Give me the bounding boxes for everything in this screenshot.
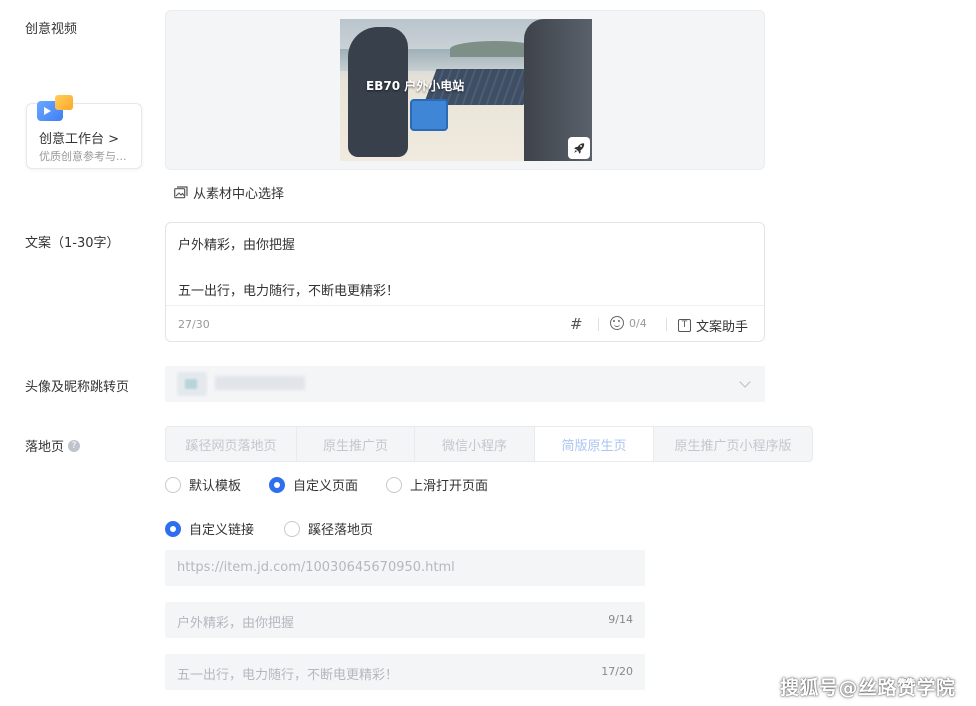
radio-label: 默认模板 <box>189 479 242 494</box>
radio-circle[interactable] <box>284 520 300 537</box>
image-folder-icon <box>174 186 188 199</box>
copy-toolbar: 27/30 # 0/4 T 文案助手 <box>166 305 764 342</box>
radio-circle[interactable] <box>165 476 181 493</box>
radio-custom-link[interactable]: 自定义链接 <box>165 519 284 538</box>
title-placeholder: 户外精彩，由你把握 <box>177 616 295 631</box>
tab-wechat-miniprogram[interactable]: 微信小程序 <box>415 427 535 461</box>
emoji-count: 0/4 <box>629 316 647 330</box>
radio-circle[interactable] <box>269 476 285 493</box>
material-center-link[interactable]: 从素材中心选择 <box>174 183 284 202</box>
page-type-radio-group: 默认模板 自定义页面 上滑打开页面 <box>165 475 488 494</box>
hash-icon[interactable]: # <box>570 315 583 333</box>
emoji-button[interactable]: 0/4 <box>610 316 647 330</box>
workbench-subtitle: 优质创意参考与... <box>39 150 127 163</box>
radio-label: 蹊径落地页 <box>308 523 374 538</box>
chevron-down-icon <box>739 376 751 388</box>
creative-video-label: 创意视频 <box>25 22 78 37</box>
workbench-title: 创意工作台 > <box>39 132 120 147</box>
video-overlay-text: EB70 户外小电站 <box>366 79 465 93</box>
copy-line-1: 户外精彩，由你把握 <box>178 238 296 253</box>
toolbar-divider <box>666 318 667 331</box>
copy-assistant-label: 文案助手 <box>696 320 749 335</box>
text-icon: T <box>678 319 691 332</box>
video-thumbnail[interactable]: EB70 户外小电站 <box>340 19 592 161</box>
landing-label-row: 落地页 ? <box>25 436 81 455</box>
title-input[interactable]: 户外精彩，由你把握 9/14 <box>165 602 645 638</box>
emoji-icon <box>610 316 624 330</box>
title-char-counter: 9/14 <box>608 613 633 626</box>
watermark: 搜狐号@丝路赞学院 <box>780 677 956 699</box>
radio-label: 自定义页面 <box>293 479 359 494</box>
link-type-radio-group: 自定义链接 蹊径落地页 <box>165 519 373 538</box>
copy-assistant-button[interactable]: T 文案助手 <box>678 316 748 335</box>
url-input[interactable]: https://item.jd.com/10030645670950.html <box>165 550 645 586</box>
tab-native-promo-miniprogram[interactable]: 原生推广页小程序版 <box>654 427 812 461</box>
material-center-label: 从素材中心选择 <box>193 187 285 202</box>
radio-label: 上滑打开页面 <box>410 479 489 494</box>
url-placeholder: https://item.jd.com/10030645670950.html <box>177 560 455 575</box>
avatar-jump-label: 头像及昵称跳转页 <box>25 380 130 395</box>
tab-xijing-web-landing[interactable]: 蹊径网页落地页 <box>166 427 297 461</box>
radio-circle[interactable] <box>165 520 181 537</box>
radio-default-template[interactable]: 默认模板 <box>165 475 269 494</box>
workbench-media-icon <box>37 95 73 123</box>
radio-label: 自定义链接 <box>189 523 255 538</box>
creative-workbench-card[interactable]: 创意工作台 > 优质创意参考与... <box>26 95 142 169</box>
copy-textarea[interactable]: 户外精彩，由你把握 五一出行，电力随行，不断电更精彩！ 27/30 # 0/4 … <box>165 222 765 342</box>
help-icon[interactable]: ? <box>68 439 81 452</box>
tab-simple-native[interactable]: 简版原生页 <box>535 427 654 461</box>
landing-type-tabs: 蹊径网页落地页 原生推广页 微信小程序 简版原生页 原生推广页小程序版 <box>165 426 813 462</box>
copy-line-2: 五一出行，电力随行，不断电更精彩！ <box>178 284 400 299</box>
copy-char-counter: 27/30 <box>178 318 210 331</box>
rocket-icon[interactable] <box>568 137 590 159</box>
blurred-nickname <box>215 376 305 390</box>
tab-native-promo[interactable]: 原生推广页 <box>297 427 415 461</box>
radio-xijing-landing[interactable]: 蹊径落地页 <box>284 519 373 538</box>
description-input[interactable]: 五一出行，电力随行，不断电更精彩！ 17/20 <box>165 654 645 690</box>
avatar-jump-select[interactable] <box>165 366 765 402</box>
radio-swipe-open-page[interactable]: 上滑打开页面 <box>386 475 488 494</box>
description-char-counter: 17/20 <box>601 665 633 678</box>
radio-custom-page[interactable]: 自定义页面 <box>269 475 386 494</box>
toolbar-divider <box>598 318 599 331</box>
avatar <box>177 372 207 396</box>
radio-circle[interactable] <box>386 476 402 493</box>
video-upload-area[interactable]: EB70 户外小电站 <box>165 10 765 170</box>
description-placeholder: 五一出行，电力随行，不断电更精彩！ <box>177 668 399 683</box>
landing-label: 落地页 <box>25 440 65 455</box>
copy-label: 文案（1-30字） <box>25 236 120 251</box>
